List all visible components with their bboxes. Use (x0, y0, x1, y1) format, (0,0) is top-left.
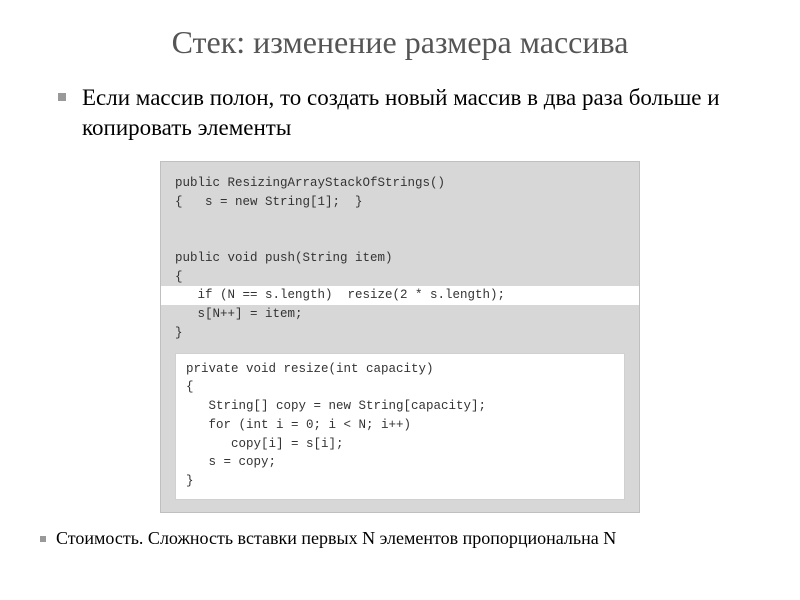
code-line: s[N++] = item; (161, 305, 639, 324)
bullet-2-text: Стоимость. Сложность вставки первых N эл… (56, 527, 760, 550)
code-line: { s = new String[1]; } (161, 193, 639, 212)
code-line: for (int i = 0; i < N; i++) (186, 416, 614, 435)
code-line: String[] copy = new String[capacity]; (186, 397, 614, 416)
code-line: } (161, 324, 639, 343)
bullet-1-text: Если массив полон, то создать новый масс… (82, 83, 760, 143)
code-line: public ResizingArrayStackOfStrings() (161, 174, 639, 193)
bullet-marker-icon (58, 93, 66, 101)
slide-title: Стек: изменение размера массива (40, 24, 760, 61)
code-line-blank (161, 230, 639, 249)
code-line: private void resize(int capacity) (186, 360, 614, 379)
slide: Стек: изменение размера массива Если мас… (0, 0, 800, 600)
code-line: { (161, 268, 639, 287)
code-line: s = copy; (186, 453, 614, 472)
code-sub-block: private void resize(int capacity) { Stri… (175, 353, 625, 500)
bullet-1: Если массив полон, то создать новый масс… (40, 83, 760, 143)
code-wrap: public ResizingArrayStackOfStrings() { s… (40, 161, 760, 513)
code-line: { (186, 378, 614, 397)
code-line: copy[i] = s[i]; (186, 435, 614, 454)
code-line: } (186, 472, 614, 491)
code-line-highlight: if (N == s.length) resize(2 * s.length); (161, 286, 639, 305)
code-line: public void push(String item) (161, 249, 639, 268)
bullet-marker-icon (40, 536, 46, 542)
code-line-blank (161, 211, 639, 230)
bullet-2: Стоимость. Сложность вставки первых N эл… (40, 527, 760, 550)
code-block: public ResizingArrayStackOfStrings() { s… (160, 161, 640, 513)
